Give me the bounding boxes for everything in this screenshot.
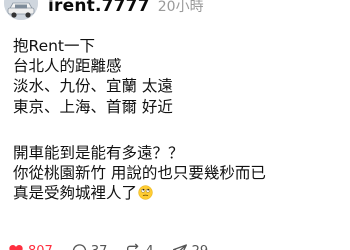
post-line: 真是受夠城裡人了 (13, 183, 343, 203)
username[interactable]: irent.7777 (48, 0, 150, 16)
post-body: 抱Rent一下 台北人的距離感 淡水、九份、宜蘭 太遠 東京、上海、首爾 好近 … (13, 36, 343, 203)
car-photo-icon (4, 0, 38, 20)
like-count: 807 (28, 244, 53, 250)
comment-button[interactable]: 37 (71, 243, 108, 250)
repost-button[interactable]: 4 (125, 243, 154, 250)
like-button[interactable]: 807 (8, 243, 53, 250)
comment-icon (72, 244, 86, 250)
post-time: 20小時 (157, 0, 204, 15)
post-header: irent.7777 20小時 (48, 0, 204, 18)
threads-post: irent.7777 20小時 抱Rent一下 台北人的距離感 淡水、九份、宜蘭… (0, 0, 350, 250)
post-line: 東京、上海、首爾 好近 (13, 97, 173, 116)
repost-count: 4 (145, 244, 153, 250)
comment-count: 37 (91, 244, 108, 250)
action-bar: 807 37 4 29 (8, 240, 226, 250)
repost-icon (127, 243, 139, 250)
eye-roll-emoji-icon (138, 185, 153, 200)
post-line: 你從桃園新竹 用說的也只要幾秒而已 (13, 163, 266, 182)
post-line: 台北人的距離感 (13, 57, 122, 76)
share-button[interactable]: 29 (172, 243, 209, 250)
post-line: 淡水、九份、宜蘭 太遠 (13, 77, 173, 96)
share-count: 29 (192, 244, 209, 250)
post-line: 抱Rent一下 (13, 37, 96, 55)
share-icon (172, 244, 187, 250)
avatar[interactable] (4, 0, 38, 20)
post-line: 開車能到是能有多遠？？ (13, 143, 184, 162)
post-line-text: 真是受夠城裡人了 (13, 184, 138, 203)
heart-icon (9, 245, 23, 250)
